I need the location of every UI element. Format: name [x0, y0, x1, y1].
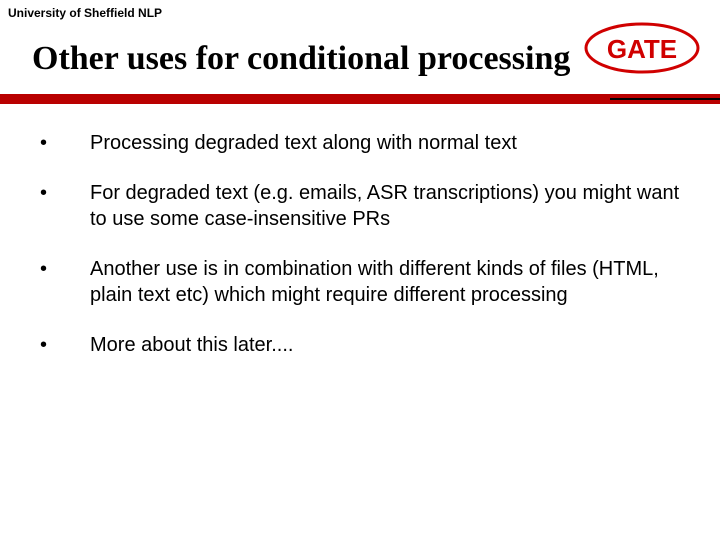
content-area: • Processing degraded text along with no… [40, 130, 680, 382]
bullet-icon: • [40, 332, 90, 358]
affiliation-text: University of Sheffield NLP [8, 6, 162, 20]
list-item: • Another use is in combination with dif… [40, 256, 680, 308]
list-item: • For degraded text (e.g. emails, ASR tr… [40, 180, 680, 232]
bullet-text: For degraded text (e.g. emails, ASR tran… [90, 180, 680, 232]
list-item: • More about this later.... [40, 332, 680, 358]
bullet-icon: • [40, 180, 90, 206]
slide: University of Sheffield NLP GATE Other u… [0, 0, 720, 540]
bullet-icon: • [40, 256, 90, 282]
gate-logo: GATE [582, 20, 702, 76]
divider-bar [0, 94, 720, 104]
bullet-text: Another use is in combination with diffe… [90, 256, 680, 308]
bullet-text: More about this later.... [90, 332, 680, 358]
slide-title: Other uses for conditional processing [32, 40, 570, 78]
bullet-icon: • [40, 130, 90, 156]
bullet-text: Processing degraded text along with norm… [90, 130, 680, 156]
list-item: • Processing degraded text along with no… [40, 130, 680, 156]
logo-text: GATE [607, 34, 677, 64]
